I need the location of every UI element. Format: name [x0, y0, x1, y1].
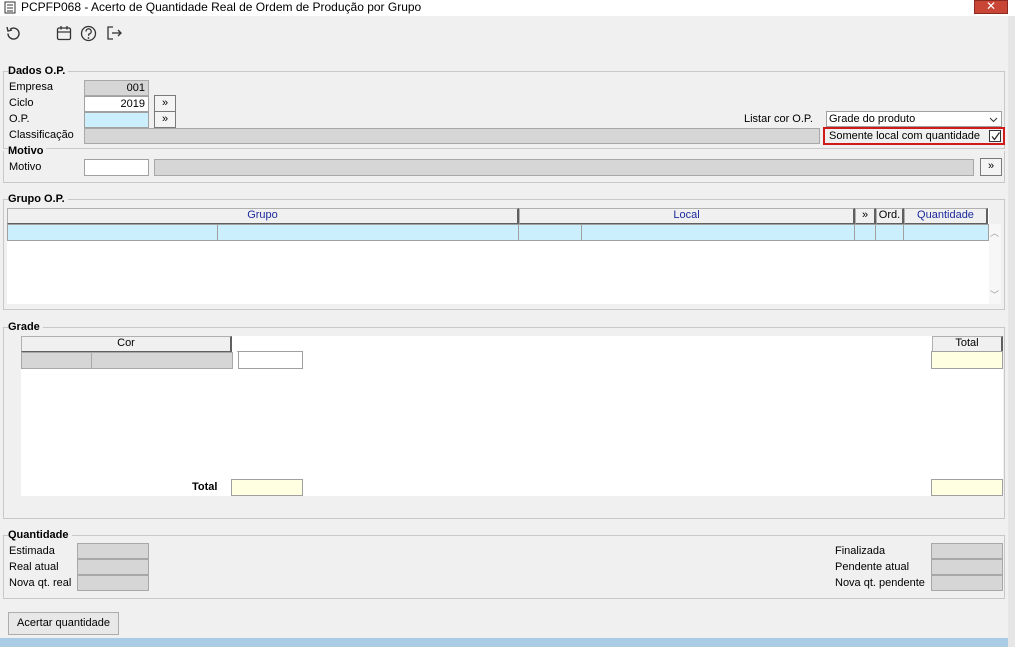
expand-cell[interactable] [854, 224, 876, 241]
local-desc-cell[interactable] [581, 224, 855, 241]
pendente-atual-field[interactable] [931, 559, 1003, 575]
window-title: PCPFP068 - Acerto de Quantidade Real de … [21, 0, 422, 14]
finalizada-field[interactable] [931, 543, 1003, 559]
dados-op-title: Dados O.P. [8, 65, 69, 77]
grade-grand-total-field[interactable] [931, 479, 1003, 496]
ciclo-lookup-button[interactable]: » [154, 95, 176, 112]
listar-cor-label: Listar cor O.P. [744, 113, 813, 125]
help-icon[interactable] [80, 25, 97, 42]
size-cell[interactable] [238, 351, 303, 369]
title-bar: PCPFP068 - Acerto de Quantidade Real de … [0, 0, 1015, 16]
quantidade-column-header[interactable]: Quantidade [904, 208, 988, 224]
exit-icon[interactable] [106, 25, 123, 41]
close-icon: ✕ [985, 0, 997, 13]
quantidade-cell[interactable] [903, 224, 989, 241]
ord-column-header[interactable]: Ord. [876, 208, 904, 224]
nova-qt-real-label: Nova qt. real [9, 577, 72, 589]
cor-column-header[interactable]: Cor [21, 336, 232, 352]
right-border [1008, 16, 1015, 647]
grade-column-total-field[interactable] [231, 479, 303, 496]
motivo-lookup-button[interactable]: » [980, 158, 1002, 176]
toolbar [0, 17, 1008, 47]
estimada-field[interactable] [77, 543, 149, 559]
local-column-header[interactable]: Local [519, 208, 855, 224]
ord-cell[interactable] [875, 224, 904, 241]
op-lookup-button[interactable]: » [154, 111, 176, 128]
grupo-op-row[interactable] [7, 224, 989, 241]
grupo-code-cell[interactable] [7, 224, 218, 241]
classificacao-field[interactable] [84, 128, 820, 144]
real-atual-label: Real atual [9, 561, 59, 573]
scroll-down-icon[interactable]: ﹀ [990, 288, 999, 301]
empresa-label: Empresa [9, 81, 54, 93]
somente-local-label: Somente local com quantidade [829, 130, 981, 142]
acertar-quantidade-button[interactable]: Acertar quantidade [8, 612, 119, 635]
quantidade-title: Quantidade [8, 529, 72, 541]
refresh-icon[interactable] [5, 25, 22, 42]
grupo-column-header[interactable]: Grupo [7, 208, 519, 224]
cor-desc-cell[interactable] [91, 352, 233, 369]
listar-cor-select[interactable]: Grade do produto [826, 111, 1002, 127]
app-icon [4, 1, 16, 14]
row-total-cell[interactable] [931, 351, 1003, 369]
op-label: O.P. [9, 113, 30, 125]
grade-total-label: Total [192, 481, 218, 493]
somente-local-checkbox-row[interactable]: Somente local com quantidade [823, 127, 1005, 145]
real-atual-field[interactable] [77, 559, 149, 575]
calendar-icon[interactable] [56, 25, 72, 41]
nova-qt-pendente-label: Nova qt. pendente [835, 577, 925, 589]
grupo-op-scrollbar[interactable]: ︿ ﹀ [989, 224, 1001, 304]
motivo-title: Motivo [8, 145, 47, 157]
chevron-down-icon [989, 117, 998, 123]
scroll-up-icon[interactable]: ︿ [990, 226, 999, 239]
close-button[interactable]: ✕ [974, 0, 1008, 14]
empresa-field[interactable]: 001 [84, 80, 149, 96]
total-column-header[interactable]: Total [932, 336, 1003, 352]
ciclo-label: Ciclo [9, 97, 34, 109]
nova-qt-real-field[interactable] [77, 575, 149, 591]
nova-qt-pendente-field[interactable] [931, 575, 1003, 591]
classificacao-label: Classificação [9, 129, 74, 141]
grupo-op-title: Grupo O.P. [8, 193, 68, 205]
expand-column-header[interactable]: » [855, 208, 876, 224]
listar-cor-value: Grade do produto [829, 113, 916, 125]
estimada-label: Estimada [9, 545, 55, 557]
finalizada-label: Finalizada [835, 545, 886, 557]
motivo-code-field[interactable] [84, 159, 149, 176]
pendente-atual-label: Pendente atual [835, 561, 910, 573]
op-field[interactable] [84, 112, 149, 128]
motivo-description-field[interactable] [154, 159, 974, 176]
somente-local-checkbox[interactable] [989, 130, 1001, 142]
local-code-cell[interactable] [518, 224, 582, 241]
cor-code-cell[interactable] [21, 352, 92, 369]
motivo-label: Motivo [9, 161, 42, 173]
size-column-header[interactable] [237, 336, 303, 352]
grupo-desc-cell[interactable] [217, 224, 519, 241]
ciclo-field[interactable]: 2019 [84, 96, 149, 112]
grade-title: Grade [8, 321, 43, 333]
bottom-border [0, 638, 1008, 647]
checkmark-icon [991, 132, 1000, 141]
